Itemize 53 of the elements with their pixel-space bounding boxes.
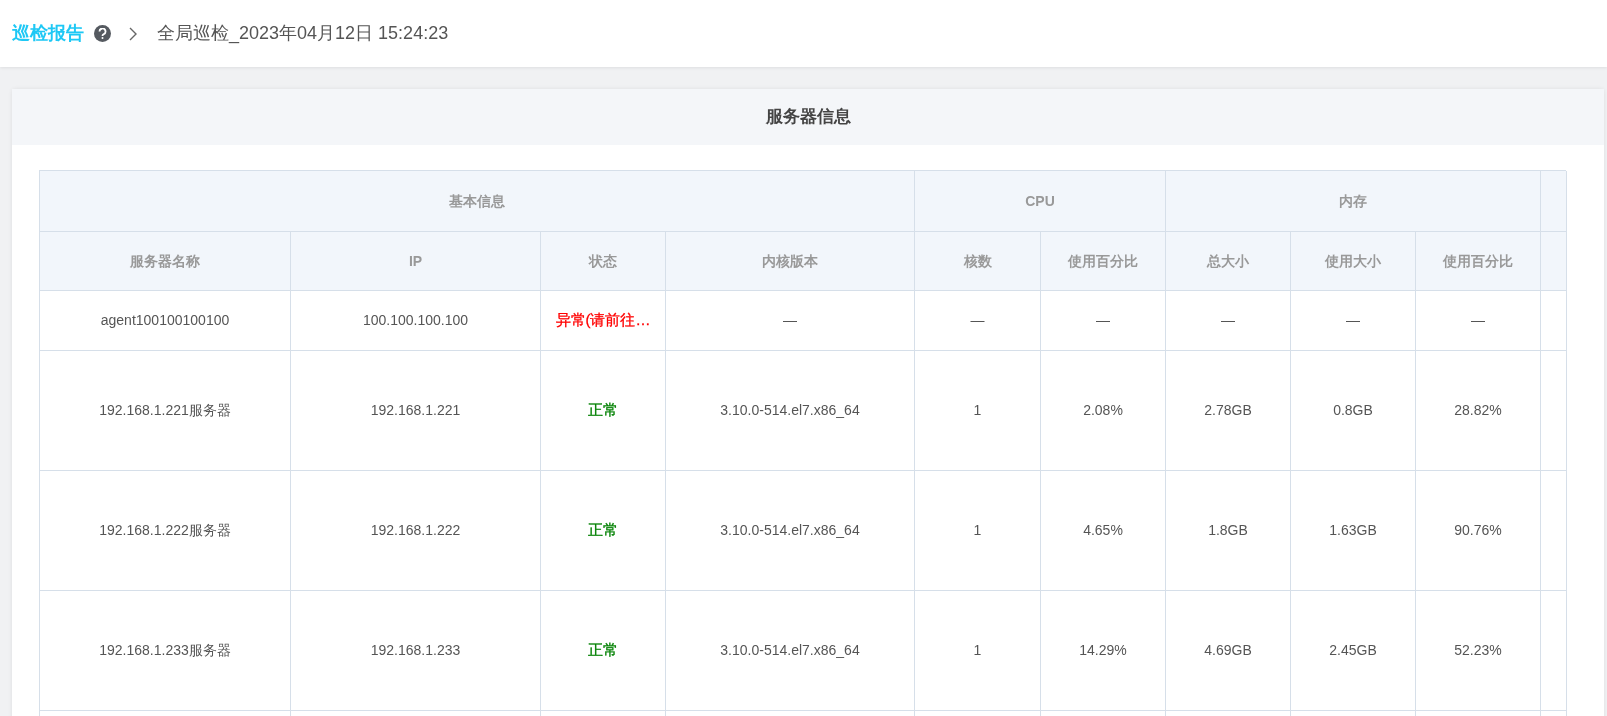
column-header: 状态 bbox=[589, 251, 617, 271]
table-cell-text: 3.10.0-514.el7.x86_64 bbox=[720, 641, 860, 660]
column-header: 使用百分比 bbox=[1068, 251, 1138, 271]
group-header: 内存 bbox=[1339, 191, 1367, 211]
table-cell-text: — bbox=[1471, 311, 1485, 330]
table-cell-text: 192.168.1.233 bbox=[370, 641, 461, 660]
table-cell-text: 4.69GB bbox=[1204, 641, 1252, 660]
table-cell-text: 2.45GB bbox=[1329, 641, 1377, 660]
chevron-right-icon bbox=[129, 26, 137, 41]
table-cell-text: 1 bbox=[973, 641, 982, 660]
column-header: 使用百分比 bbox=[1443, 251, 1513, 271]
table-cell-text: 正常 bbox=[588, 520, 618, 541]
table-cell-text: 1 bbox=[973, 401, 982, 420]
group-header: 基本信息 bbox=[449, 191, 505, 211]
table-cell-text: 3.10.0-514.el7.x86_64 bbox=[720, 401, 860, 420]
table-cell-text: — bbox=[1096, 311, 1110, 330]
table-cell-text: 14.29% bbox=[1079, 641, 1127, 660]
table-cell-text: — bbox=[970, 311, 985, 330]
column-header: 服务器名称 bbox=[130, 251, 200, 271]
table-cell-text: 3.10.0-514.el7.x86_64 bbox=[720, 521, 860, 540]
table-cell-text: 0.8GB bbox=[1333, 401, 1373, 420]
table-cell-text: 异常(请前往… bbox=[555, 310, 651, 331]
table-cell-text: — bbox=[1221, 311, 1235, 330]
column-header: 内核版本 bbox=[762, 251, 818, 271]
table-cell-text: 192.168.1.221 bbox=[370, 401, 461, 420]
group-header: CPU bbox=[1025, 191, 1055, 211]
card-title: 服务器信息 bbox=[765, 106, 851, 129]
table-cell-text: 2.78GB bbox=[1204, 401, 1252, 420]
table-cell-text: 2.08% bbox=[1083, 401, 1123, 420]
table-cell-text: 192.168.1.233服务器 bbox=[99, 641, 231, 660]
table-cell-text: 1.8GB bbox=[1208, 521, 1248, 540]
table-cell-text: 90.76% bbox=[1454, 521, 1502, 540]
table-cell-text: 1 bbox=[973, 521, 982, 540]
table-cell-text: agent100100100100 bbox=[100, 311, 230, 330]
column-header: 总大小 bbox=[1207, 251, 1249, 271]
column-header: 使用大小 bbox=[1325, 251, 1381, 271]
table-cell-text: 192.168.1.222服务器 bbox=[99, 521, 231, 540]
table-cell-text: 正常 bbox=[588, 640, 618, 661]
table-cell-text: 100.100.100.100 bbox=[362, 311, 469, 330]
table-cell-text: 28.82% bbox=[1454, 401, 1502, 420]
table-cell-text: 52.23% bbox=[1454, 641, 1502, 660]
table-cell-text: 192.168.1.222 bbox=[370, 521, 461, 540]
help-icon[interactable] bbox=[94, 25, 111, 42]
table-cell-text: 正常 bbox=[588, 400, 618, 421]
table-cell-text: 192.168.1.221服务器 bbox=[99, 401, 231, 420]
column-header: 核数 bbox=[963, 251, 992, 271]
column-header: IP bbox=[408, 251, 423, 271]
breadcrumb-current: 全局巡检_2023年04月12日 15:24:23 bbox=[157, 22, 449, 46]
table-cell-text: 4.65% bbox=[1083, 521, 1123, 540]
table-cell-text: — bbox=[783, 311, 797, 330]
table-cell-text: 1.63GB bbox=[1329, 521, 1377, 540]
breadcrumb-title[interactable]: 巡检报告 bbox=[12, 20, 84, 47]
table-cell-text: — bbox=[1346, 311, 1360, 330]
